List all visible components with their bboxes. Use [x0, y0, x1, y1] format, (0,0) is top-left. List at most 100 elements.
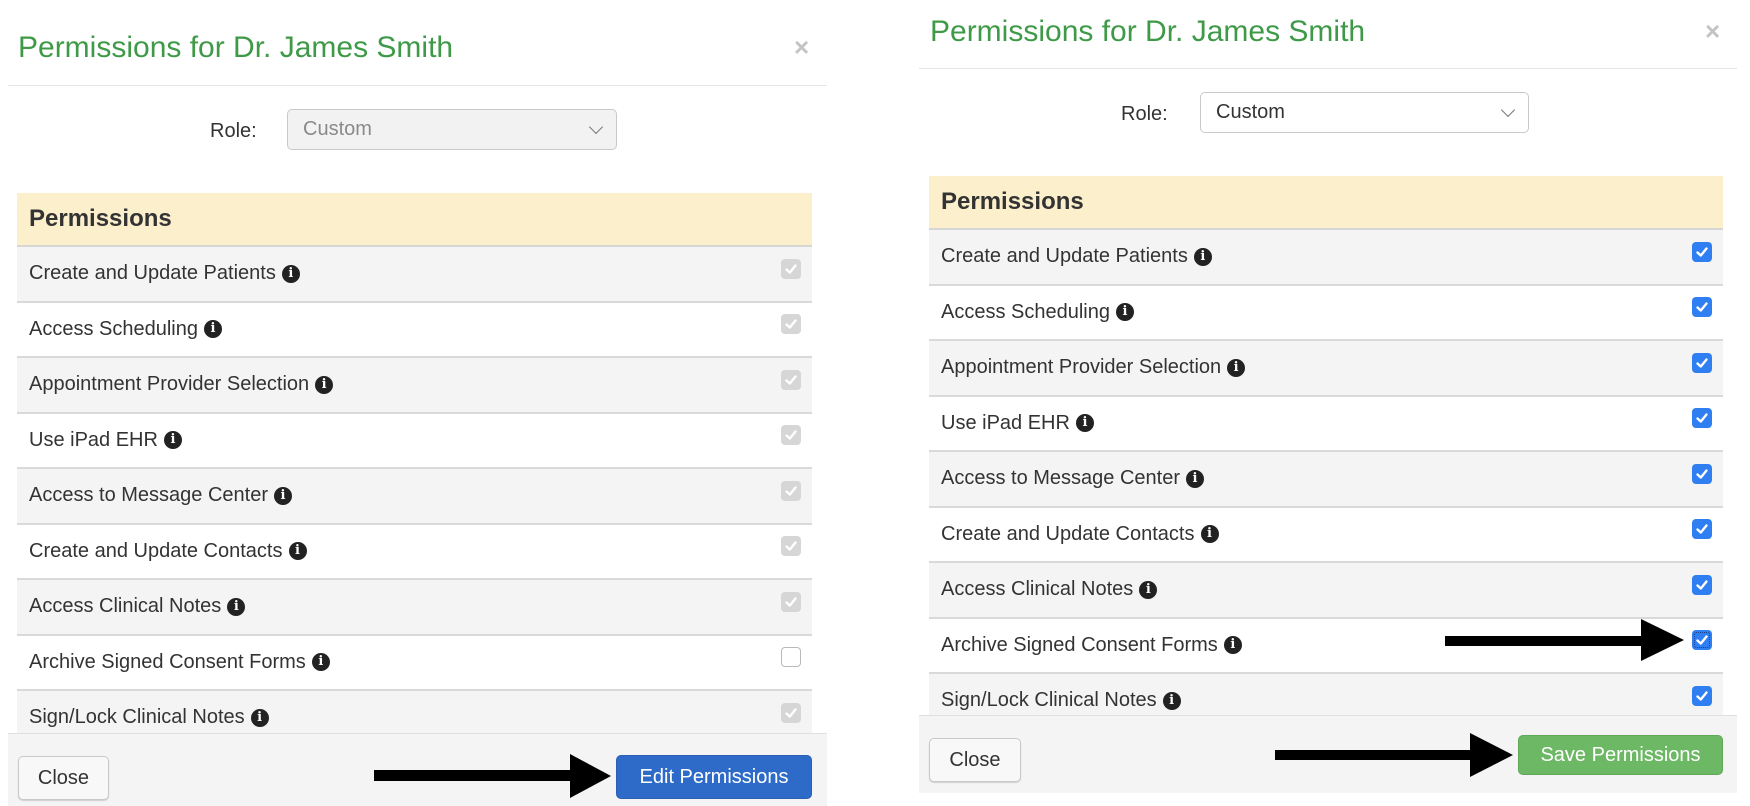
permission-checkbox[interactable] — [1692, 352, 1712, 373]
permission-label-group: Create and Update Patients i — [29, 262, 300, 285]
permission-label: Create and Update Contacts — [941, 522, 1195, 545]
info-icon[interactable]: i — [1193, 247, 1212, 266]
close-icon[interactable]: × — [794, 34, 809, 60]
permission-checkbox[interactable] — [1692, 408, 1712, 429]
permission-label: Sign/Lock Clinical Notes — [29, 706, 245, 729]
permission-checkbox — [781, 314, 801, 335]
permission-label-group: Create and Update Contacts i — [29, 540, 307, 563]
permission-label: Appointment Provider Selection — [29, 373, 310, 396]
permission-label: Create and Update Patients — [29, 262, 276, 285]
info-icon[interactable]: i — [203, 320, 222, 339]
close-button[interactable]: Close — [929, 738, 1021, 782]
close-icon[interactable]: × — [1705, 18, 1720, 44]
checkmark-icon — [785, 319, 797, 329]
permission-label: Access Clinical Notes — [29, 595, 222, 618]
info-icon[interactable]: i — [1186, 469, 1204, 488]
checkmark-icon — [785, 264, 797, 274]
permission-row: Access to Message Center i — [17, 469, 812, 525]
info-icon[interactable]: i — [1223, 636, 1242, 655]
checkmark-icon — [1696, 358, 1708, 368]
checkmark-icon — [785, 597, 797, 607]
permissions-list: Create and Update Patients i Access Schedu… — [17, 247, 812, 747]
checkmark-icon — [1696, 413, 1708, 423]
permission-row: Create and Update Contacts i — [929, 507, 1723, 563]
info-icon[interactable]: i — [1162, 691, 1181, 710]
edit-permissions-button[interactable]: Edit Permissions — [616, 755, 812, 799]
permission-row: Access Scheduling i — [17, 302, 812, 358]
checkmark-icon — [785, 486, 797, 496]
role-select[interactable]: Custom — [1200, 92, 1529, 133]
info-icon[interactable]: i — [274, 486, 292, 505]
info-icon[interactable]: i — [288, 542, 307, 561]
info-icon[interactable]: i — [250, 708, 269, 727]
permission-label: Access Clinical Notes — [941, 578, 1134, 601]
permission-label: Access Scheduling — [941, 300, 1110, 323]
info-icon[interactable]: i — [1115, 303, 1134, 322]
permissions-table-header: Permissions — [929, 176, 1723, 230]
role-select-value: Custom — [1216, 101, 1285, 123]
permission-label: Create and Update Patients — [941, 245, 1188, 268]
permission-row: Access to Message Center i — [929, 452, 1723, 508]
checkmark-icon — [1696, 247, 1708, 257]
permission-label: Access to Message Center — [941, 467, 1180, 490]
info-icon[interactable]: i — [1139, 580, 1158, 599]
role-label: Role: — [1121, 103, 1168, 125]
info-icon[interactable]: i — [1227, 358, 1246, 377]
permission-checkbox[interactable] — [1692, 519, 1712, 540]
checkmark-icon — [1696, 580, 1708, 590]
info-icon[interactable]: i — [281, 264, 300, 283]
permission-checkbox — [781, 536, 801, 557]
role-select[interactable]: Custom — [287, 109, 617, 150]
permission-label: Use iPad EHR — [941, 411, 1070, 434]
header-divider — [8, 85, 827, 86]
permission-checkbox[interactable] — [1692, 630, 1712, 651]
permission-label: Sign/Lock Clinical Notes — [941, 689, 1157, 712]
permission-label-group: Create and Update Patients i — [941, 245, 1212, 268]
permission-checkbox[interactable] — [1692, 297, 1712, 318]
permissions-modal-editable: Permissions for Dr. James Smith × Role: … — [919, 0, 1737, 793]
permission-row: Access Clinical Notes i — [17, 580, 812, 636]
permission-label-group: Access Clinical Notes i — [29, 595, 246, 618]
permission-label-group: Sign/Lock Clinical Notes i — [941, 689, 1181, 712]
permission-row: Use iPad EHR i — [929, 396, 1723, 452]
arrow-right-icon — [374, 754, 611, 798]
permission-checkbox[interactable] — [1692, 241, 1712, 262]
permission-label-group: Use iPad EHR i — [29, 429, 182, 452]
permission-checkbox[interactable] — [1692, 685, 1712, 706]
permission-label-group: Access Clinical Notes i — [941, 578, 1158, 601]
permissions-table-header: Permissions — [17, 193, 812, 247]
checkmark-icon — [785, 375, 797, 385]
permission-label: Create and Update Contacts — [29, 539, 283, 562]
checkmark-icon — [785, 541, 797, 551]
info-icon[interactable]: i — [163, 431, 182, 450]
permission-row: Appointment Provider Selection i — [929, 341, 1723, 397]
permission-label-group: Sign/Lock Clinical Notes i — [29, 706, 269, 729]
info-icon[interactable]: i — [1200, 525, 1219, 544]
close-button[interactable]: Close — [18, 756, 109, 800]
permission-label-group: Access to Message Center i — [941, 467, 1204, 490]
permissions-modal-readonly: Permissions for Dr. James Smith × Role: … — [8, 0, 827, 806]
permission-checkbox — [781, 369, 801, 390]
permission-row: Access Scheduling i — [929, 285, 1723, 341]
permission-label: Appointment Provider Selection — [941, 356, 1222, 379]
save-permissions-button[interactable]: Save Permissions — [1518, 735, 1723, 775]
permission-row: Create and Update Contacts i — [17, 524, 812, 580]
permission-label-group: Archive Signed Consent Forms i — [941, 634, 1242, 657]
info-icon[interactable]: i — [227, 597, 246, 616]
info-icon[interactable]: i — [311, 653, 330, 672]
permission-label-group: Access Scheduling i — [29, 318, 222, 341]
checkmark-icon — [1696, 524, 1708, 534]
permission-checkbox[interactable] — [1692, 574, 1712, 595]
permission-label-group: Access Scheduling i — [941, 301, 1134, 324]
arrow-right-icon — [1275, 733, 1513, 777]
permission-label-group: Use iPad EHR i — [941, 412, 1094, 435]
permission-row: Appointment Provider Selection i — [17, 358, 812, 414]
info-icon[interactable]: i — [315, 375, 334, 394]
permission-label: Archive Signed Consent Forms — [941, 633, 1218, 656]
modal-title: Permissions for Dr. James Smith — [18, 31, 454, 64]
permission-row: Archive Signed Consent Forms i — [17, 635, 812, 691]
permission-row: Access Clinical Notes i — [929, 563, 1723, 619]
permission-checkbox[interactable] — [1692, 463, 1712, 484]
permission-checkbox — [781, 258, 801, 279]
info-icon[interactable]: i — [1075, 414, 1094, 433]
